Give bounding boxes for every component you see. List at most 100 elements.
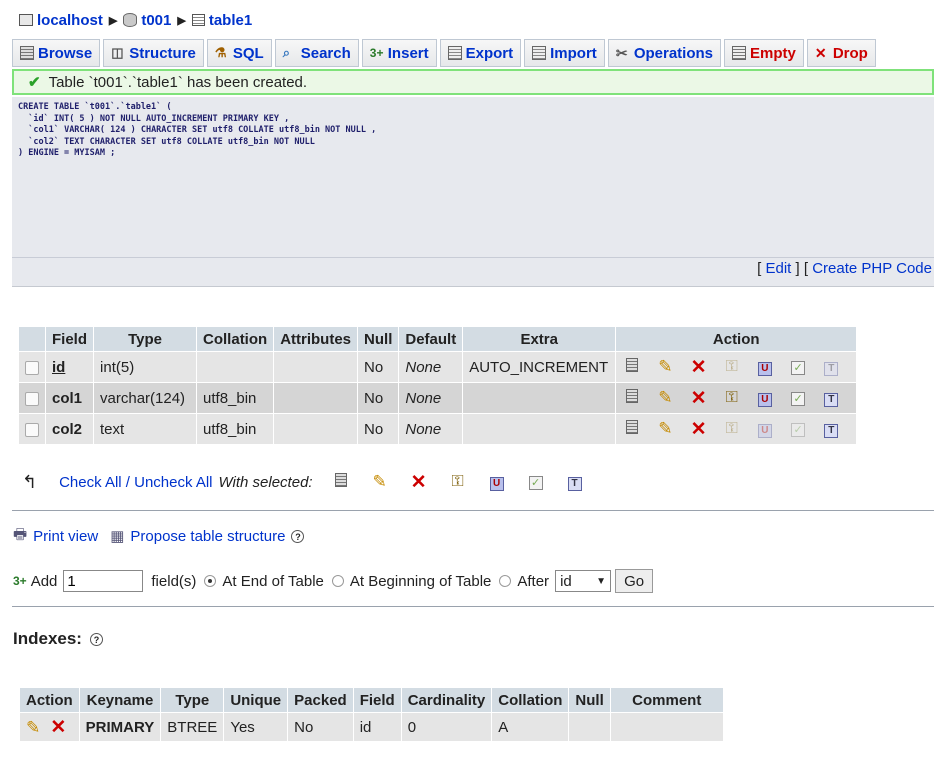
index-unique: Yes — [224, 713, 288, 741]
table-icon — [191, 14, 205, 26]
index-header-packed: Packed — [288, 688, 353, 712]
field-collation: utf8_bin — [197, 383, 274, 413]
field-type: varchar(124) — [94, 383, 197, 413]
tab-structure-label[interactable]: Structure — [129, 45, 196, 62]
field-name[interactable]: col1 — [46, 383, 94, 413]
add-field-icon: 3+ — [13, 574, 27, 588]
sql-query-text: CREATE TABLE `t001`.`table1` ( `id` INT(… — [12, 97, 934, 160]
tab-drop[interactable]: ✕ Drop — [806, 39, 876, 67]
index-type: BTREE — [161, 713, 224, 741]
primary-selected-icon[interactable]: ⚿ — [448, 473, 468, 491]
add-label: Add — [30, 572, 58, 590]
row-checkbox[interactable] — [25, 422, 39, 437]
breadcrumb-table[interactable]: table1 — [191, 12, 252, 29]
tab-insert[interactable]: 3+ Insert — [361, 39, 437, 67]
tab-browse-label[interactable]: Browse — [38, 45, 92, 62]
tab-drop-label[interactable]: Drop — [833, 45, 868, 62]
breadcrumb-table-label[interactable]: table1 — [209, 12, 252, 29]
propose-structure-link[interactable]: Propose table structure — [130, 528, 285, 545]
unique-selected-icon[interactable]: U — [487, 473, 507, 491]
row-checkbox[interactable] — [25, 360, 39, 375]
delete-x-icon[interactable]: ✕ — [689, 387, 709, 410]
tab-sql[interactable]: ⚗ SQL — [206, 39, 272, 67]
after-radio[interactable] — [499, 575, 512, 587]
sql-line: ) ENGINE = MYISAM ; — [18, 148, 116, 158]
primary-key-icon[interactable]: ⚿ — [722, 420, 742, 438]
primary-key-icon[interactable]: ⚿ — [722, 358, 742, 376]
tab-empty[interactable]: Empty — [724, 39, 804, 67]
browse-distinct-icon[interactable] — [622, 419, 642, 439]
tab-import[interactable]: Import — [524, 39, 605, 67]
edit-selected-icon[interactable]: ✎ — [370, 472, 390, 492]
index-field: id — [353, 713, 401, 741]
at-beginning-radio[interactable] — [331, 575, 344, 587]
check-all-link[interactable]: Check All / Uncheck All — [59, 474, 212, 491]
tab-browse[interactable]: Browse — [12, 39, 101, 67]
browse-distinct-icon[interactable] — [622, 388, 642, 408]
indexes-table: Action Keyname Type Unique Packed Field … — [19, 687, 724, 742]
delete-x-icon[interactable]: ✕ — [689, 356, 709, 379]
browse-selected-icon[interactable] — [331, 472, 351, 492]
unique-icon[interactable]: U — [755, 420, 775, 438]
tab-export-label[interactable]: Export — [466, 45, 514, 62]
edit-link[interactable]: Edit — [766, 260, 792, 277]
unique-icon[interactable]: U — [755, 358, 775, 376]
database-icon — [123, 13, 138, 27]
delete-x-icon[interactable]: ✕ — [689, 418, 709, 441]
fulltext-icon[interactable]: T — [821, 420, 841, 438]
field-count-input[interactable] — [63, 570, 144, 592]
column-header-extra: Extra — [463, 327, 616, 351]
fulltext-icon[interactable]: T — [821, 389, 841, 407]
primary-key-icon[interactable]: ⚿ — [722, 389, 742, 407]
field-default: None — [399, 352, 463, 382]
fulltext-selected-icon[interactable]: T — [565, 473, 585, 491]
export-icon — [447, 46, 462, 60]
drop-index-icon[interactable]: ✕ — [50, 717, 66, 738]
after-column-select[interactable]: id ▼ — [555, 570, 612, 592]
index-icon[interactable]: ✓ — [788, 420, 808, 438]
tab-sql-label[interactable]: SQL — [233, 45, 264, 62]
breadcrumb-database-label[interactable]: t001 — [141, 12, 171, 29]
index-selected-icon[interactable]: ✓ — [526, 473, 546, 491]
tab-operations-label[interactable]: Operations — [634, 45, 713, 62]
row-checkbox[interactable] — [25, 391, 39, 406]
unique-icon[interactable]: U — [755, 389, 775, 407]
tab-empty-label[interactable]: Empty — [750, 45, 796, 62]
index-header-unique: Unique — [224, 688, 288, 712]
field-name[interactable]: id — [46, 352, 94, 382]
at-end-radio[interactable] — [204, 575, 217, 587]
breadcrumb-database[interactable]: t001 — [123, 12, 171, 29]
help-icon[interactable]: ? — [291, 529, 305, 543]
field-collation — [197, 352, 274, 382]
edit-pencil-icon[interactable]: ✎ — [655, 419, 675, 439]
index-icon[interactable]: ✓ — [788, 389, 808, 407]
breadcrumb-server-label[interactable]: localhost — [37, 12, 103, 29]
table-row: col1 varchar(124) utf8_bin No None ✎ ✕ ⚿… — [19, 383, 857, 413]
create-php-code-link[interactable]: Create PHP Code — [812, 260, 932, 277]
with-selected-bar: ↰ Check All / Uncheck All With selected:… — [22, 470, 604, 494]
edit-pencil-icon[interactable]: ✎ — [655, 357, 675, 377]
fulltext-icon[interactable]: T — [821, 358, 841, 376]
tab-insert-label[interactable]: Insert — [388, 45, 429, 62]
print-view-link[interactable]: Print view — [33, 528, 98, 545]
tab-operations[interactable]: ✂ Operations — [607, 39, 721, 67]
tab-structure[interactable]: ◫ Structure — [103, 39, 204, 67]
sql-icon: ⚗ — [214, 45, 227, 60]
browse-distinct-icon[interactable] — [622, 357, 642, 377]
tab-import-label[interactable]: Import — [550, 45, 597, 62]
tab-search[interactable]: ⌕ Search — [274, 39, 359, 67]
delete-selected-icon[interactable]: ✕ — [409, 471, 429, 494]
tab-export[interactable]: Export — [439, 39, 522, 67]
sql-line: `col2` TEXT CHARACTER SET utf8 COLLATE u… — [28, 136, 315, 147]
index-icon[interactable]: ✓ — [788, 358, 808, 376]
tab-search-label[interactable]: Search — [301, 45, 351, 62]
field-name[interactable]: col2 — [46, 414, 94, 444]
edit-index-icon[interactable]: ✎ — [26, 718, 40, 737]
row-checkbox-cell — [19, 383, 45, 413]
row-actions: ✎ ✕ ⚿ U ✓ T — [616, 352, 857, 382]
help-icon[interactable]: ? — [89, 632, 103, 646]
edit-pencil-icon[interactable]: ✎ — [655, 388, 675, 408]
breadcrumb-server[interactable]: localhost — [19, 12, 103, 29]
field-attributes — [274, 352, 358, 382]
go-button[interactable]: Go — [615, 569, 654, 593]
